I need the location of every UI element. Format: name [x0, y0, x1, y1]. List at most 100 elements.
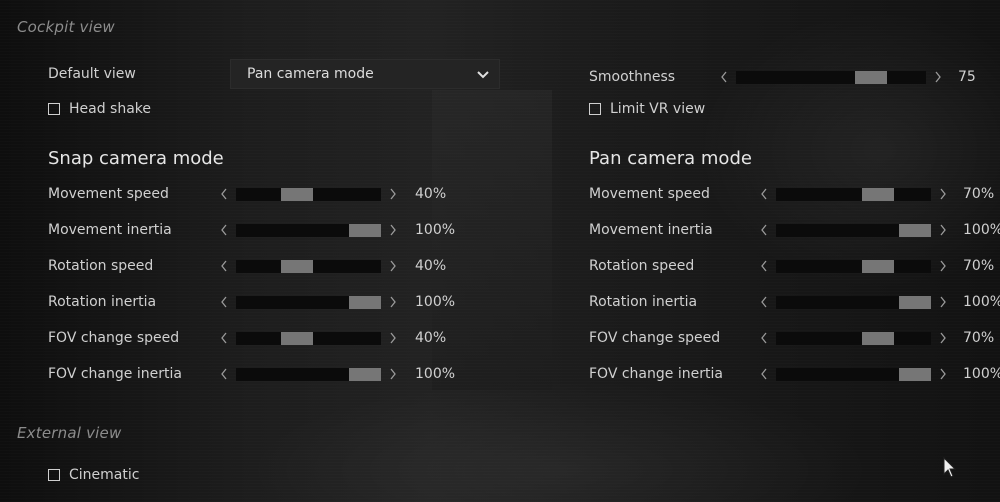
- slider-thumb[interactable]: [349, 295, 381, 309]
- head-shake-checkbox[interactable]: Head shake: [48, 101, 151, 117]
- slider-track[interactable]: [236, 223, 381, 237]
- pan-setting-label: FOV change speed: [589, 330, 721, 346]
- slider-thumb[interactable]: [862, 331, 895, 345]
- snap-setting-slider[interactable]: 100%: [218, 292, 455, 312]
- chevron-left-icon[interactable]: [218, 366, 230, 382]
- snap-setting-label: FOV change inertia: [48, 366, 182, 382]
- slider-track[interactable]: [776, 223, 931, 237]
- slider-thumb[interactable]: [862, 187, 895, 201]
- pan-setting-slider[interactable]: 70%: [758, 184, 994, 204]
- slider-value: 100%: [415, 222, 456, 238]
- smoothness-slider[interactable]: 75: [718, 67, 976, 87]
- snap-setting-label: FOV change speed: [48, 330, 180, 346]
- slider-value: 100%: [963, 222, 1000, 238]
- slider-thumb[interactable]: [899, 367, 931, 381]
- chevron-left-icon[interactable]: [758, 258, 770, 274]
- chevron-left-icon[interactable]: [218, 258, 230, 274]
- pan-setting-label: Rotation speed: [589, 258, 695, 274]
- slider-thumb[interactable]: [899, 223, 931, 237]
- chevron-left-icon[interactable]: [758, 186, 770, 202]
- slider-track[interactable]: [776, 295, 931, 309]
- chevron-left-icon[interactable]: [218, 222, 230, 238]
- slider-value: 40%: [415, 186, 447, 202]
- chevron-right-icon[interactable]: [937, 366, 949, 382]
- head-shake-label: Head shake: [69, 101, 152, 117]
- chevron-down-icon: [477, 71, 489, 79]
- chevron-left-icon[interactable]: [758, 294, 770, 310]
- slider-thumb[interactable]: [281, 331, 314, 345]
- slider-track[interactable]: [776, 259, 931, 273]
- chevron-right-icon[interactable]: [937, 330, 949, 346]
- chevron-right-icon[interactable]: [387, 366, 399, 382]
- chevron-left-icon[interactable]: [758, 366, 770, 382]
- chevron-left-icon[interactable]: [758, 222, 770, 238]
- slider-value: 70%: [963, 258, 995, 274]
- slider-track[interactable]: [736, 70, 926, 84]
- slider-thumb[interactable]: [854, 70, 887, 84]
- default-view-label: Default view: [48, 66, 136, 82]
- chevron-right-icon[interactable]: [387, 330, 399, 346]
- smoothness-label: Smoothness: [589, 69, 676, 85]
- chevron-left-icon[interactable]: [758, 330, 770, 346]
- chevron-right-icon[interactable]: [937, 258, 949, 274]
- slider-track[interactable]: [776, 331, 931, 345]
- pan-setting-label: FOV change inertia: [589, 366, 723, 382]
- slider-track[interactable]: [236, 259, 381, 273]
- default-view-dropdown[interactable]: Pan camera mode: [230, 59, 500, 89]
- slider-track[interactable]: [236, 187, 381, 201]
- limit-vr-view-checkbox[interactable]: Limit VR view: [589, 101, 705, 117]
- default-view-selected-value: Pan camera mode: [247, 66, 374, 82]
- slider-thumb[interactable]: [349, 367, 381, 381]
- chevron-right-icon[interactable]: [937, 294, 949, 310]
- chevron-right-icon[interactable]: [387, 258, 399, 274]
- smoothness-value: 75: [958, 69, 976, 85]
- pan-setting-slider[interactable]: 100%: [758, 220, 1000, 240]
- slider-thumb[interactable]: [899, 295, 931, 309]
- slider-value: 40%: [415, 258, 447, 274]
- cinematic-checkbox[interactable]: Cinematic: [48, 467, 139, 483]
- chevron-right-icon[interactable]: [937, 222, 949, 238]
- snap-setting-slider[interactable]: 100%: [218, 220, 455, 240]
- chevron-left-icon[interactable]: [218, 330, 230, 346]
- cockpit-view-section-title: Cockpit view: [17, 18, 115, 36]
- chevron-left-icon[interactable]: [718, 69, 730, 85]
- chevron-right-icon[interactable]: [387, 222, 399, 238]
- snap-setting-label: Movement inertia: [48, 222, 172, 238]
- slider-track[interactable]: [236, 367, 381, 381]
- chevron-left-icon[interactable]: [218, 294, 230, 310]
- chevron-right-icon[interactable]: [387, 294, 399, 310]
- pan-setting-slider[interactable]: 70%: [758, 256, 994, 276]
- slider-thumb[interactable]: [862, 259, 895, 273]
- pan-setting-slider[interactable]: 70%: [758, 328, 994, 348]
- pan-setting-slider[interactable]: 100%: [758, 364, 1000, 384]
- chevron-right-icon[interactable]: [387, 186, 399, 202]
- checkbox-box[interactable]: [48, 103, 60, 115]
- slider-track[interactable]: [776, 367, 931, 381]
- checkbox-box[interactable]: [589, 103, 601, 115]
- chevron-right-icon[interactable]: [932, 69, 944, 85]
- slider-thumb[interactable]: [281, 187, 314, 201]
- slider-track[interactable]: [776, 187, 931, 201]
- slider-value: 100%: [963, 294, 1000, 310]
- slider-track[interactable]: [236, 295, 381, 309]
- external-view-section-title: External view: [17, 424, 122, 442]
- slider-track[interactable]: [236, 331, 381, 345]
- limit-vr-view-label: Limit VR view: [610, 101, 706, 117]
- snap-setting-label: Rotation inertia: [48, 294, 157, 310]
- slider-thumb[interactable]: [281, 259, 314, 273]
- snap-setting-slider[interactable]: 40%: [218, 256, 446, 276]
- mouse-cursor-icon: [943, 457, 957, 478]
- snap-setting-label: Rotation speed: [48, 258, 154, 274]
- pan-setting-slider[interactable]: 100%: [758, 292, 1000, 312]
- slider-value: 70%: [963, 186, 995, 202]
- pan-setting-label: Movement inertia: [589, 222, 713, 238]
- chevron-left-icon[interactable]: [218, 186, 230, 202]
- snap-setting-slider[interactable]: 100%: [218, 364, 455, 384]
- slider-value: 40%: [415, 330, 447, 346]
- snap-setting-slider[interactable]: 40%: [218, 328, 446, 348]
- snap-setting-slider[interactable]: 40%: [218, 184, 446, 204]
- slider-thumb[interactable]: [349, 223, 381, 237]
- cinematic-label: Cinematic: [69, 467, 140, 483]
- checkbox-box[interactable]: [48, 469, 60, 481]
- chevron-right-icon[interactable]: [937, 186, 949, 202]
